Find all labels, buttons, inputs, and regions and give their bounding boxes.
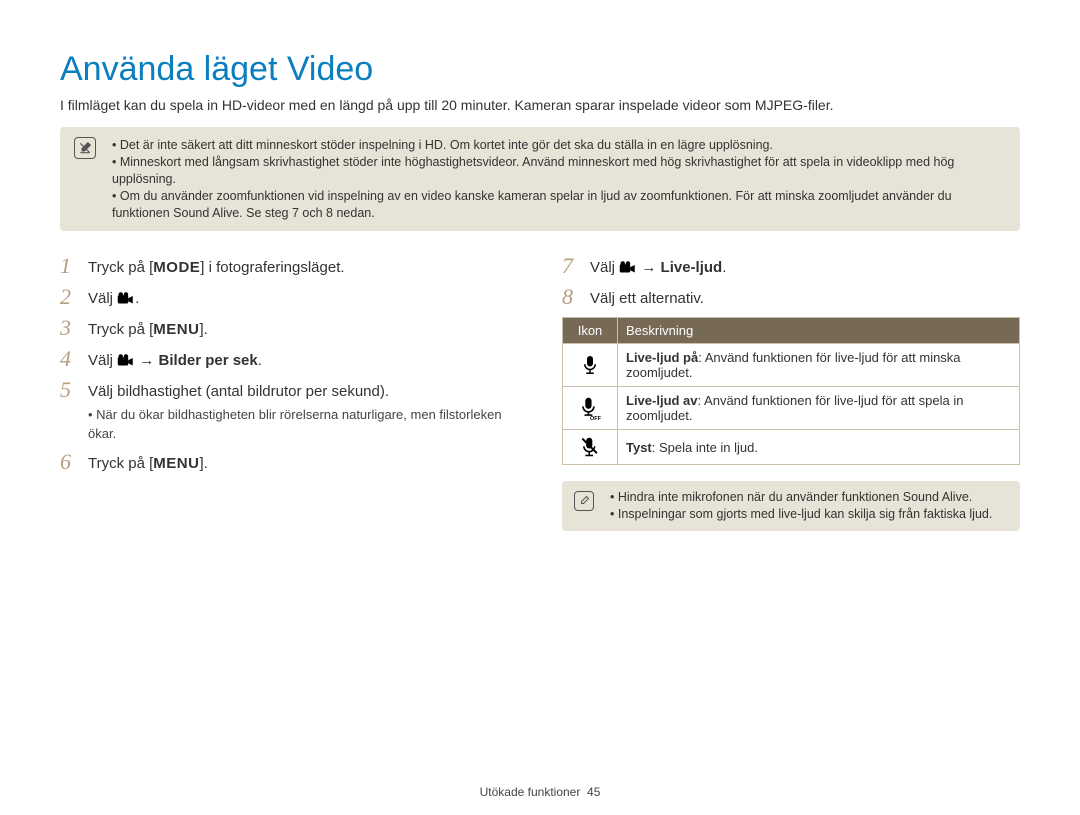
steps-left-column: 1Tryck på [MODE] i fotograferingsläget.2… [60, 255, 518, 531]
page-title: Använda läget Video [60, 50, 1020, 89]
step-3: 3Tryck på [MENU]. [60, 317, 518, 340]
mute-icon-cell [563, 430, 618, 465]
table-desc-cell: Live-ljud på: Använd funktionen för live… [618, 344, 1020, 387]
step-body: Välj bildhastighet (antal bildrutor per … [88, 379, 518, 442]
step-2: 2Välj . [60, 286, 518, 309]
step-7: 7Välj → Live-ljud. [562, 255, 1020, 278]
step-body: Tryck på [MODE] i fotograferingsläget. [88, 255, 345, 278]
step-number: 2 [60, 286, 88, 308]
intro-text: I filmläget kan du spela in HD-videor me… [60, 97, 1020, 113]
svg-text:OFF: OFF [590, 416, 601, 421]
table-row: Tyst: Spela inte in ljud. [563, 430, 1020, 465]
mode-key: MODE [153, 257, 200, 278]
mute-icon [580, 436, 600, 458]
step-body: Tryck på [MENU]. [88, 317, 208, 340]
step-body: Tryck på [MENU]. [88, 451, 208, 474]
step-number: 5 [60, 379, 88, 401]
step-4: 4Välj → Bilder per sek. [60, 348, 518, 371]
note-icon [74, 137, 96, 159]
note-icon [574, 491, 594, 511]
step-6: 6Tryck på [MENU]. [60, 451, 518, 474]
step-body: Välj → Live-ljud. [590, 255, 726, 278]
step-body: Välj → Bilder per sek. [88, 348, 262, 371]
camcorder-icon [619, 261, 637, 275]
note-item: Om du använder zoomfunktionen vid inspel… [112, 188, 1006, 222]
step-1: 1Tryck på [MODE] i fotograferingsläget. [60, 255, 518, 278]
mic-off-icon-cell: OFF [563, 387, 618, 430]
steps-right-column: 7Välj → Live-ljud.8Välj ett alternativ. … [562, 255, 1020, 531]
camcorder-icon [117, 354, 135, 368]
step-body: Välj ett alternativ. [590, 286, 704, 309]
step-number: 4 [60, 348, 88, 370]
note-item: Hindra inte mikrofonen när du använder f… [610, 489, 1008, 506]
options-table: Ikon Beskrivning Live-ljud på: Använd fu… [562, 317, 1020, 465]
note-box-top: Det är inte säkert att ditt minneskort s… [60, 127, 1020, 231]
step-5: 5Välj bildhastighet (antal bildrutor per… [60, 379, 518, 442]
page-footer: Utökade funktioner 45 [0, 785, 1080, 799]
mic-on-icon [581, 354, 599, 376]
table-row: OFF Live-ljud av: Använd funktionen för l… [563, 387, 1020, 430]
step-number: 8 [562, 286, 590, 308]
table-header-icon: Ikon [563, 318, 618, 344]
footer-page-number: 45 [587, 785, 600, 799]
note-item: Det är inte säkert att ditt minneskort s… [112, 137, 1006, 154]
mic-on-icon-cell [563, 344, 618, 387]
menu-key: MENU [153, 453, 199, 474]
note-item: Inspelningar som gjorts med live-ljud ka… [610, 506, 1008, 523]
mic-off-icon: OFF [579, 395, 601, 421]
step-bold-label: Bilder per sek [159, 352, 258, 369]
table-row: Live-ljud på: Använd funktionen för live… [563, 344, 1020, 387]
note-box-bottom: Hindra inte mikrofonen när du använder f… [562, 481, 1020, 531]
step-number: 6 [60, 451, 88, 473]
step-number: 1 [60, 255, 88, 277]
camcorder-icon [117, 292, 135, 306]
table-desc-cell: Tyst: Spela inte in ljud. [618, 430, 1020, 465]
footer-section: Utökade funktioner [480, 785, 581, 799]
step-8: 8Välj ett alternativ. [562, 286, 1020, 309]
step-bold-label: Live-ljud [661, 259, 723, 276]
table-header-desc: Beskrivning [618, 318, 1020, 344]
step-sub: När du ökar bildhastigheten blir rörelse… [88, 406, 518, 442]
note-item: Minneskort med långsam skrivhastighet st… [112, 154, 1006, 188]
table-desc-cell: Live-ljud av: Använd funktionen för live… [618, 387, 1020, 430]
step-body: Välj . [88, 286, 139, 309]
menu-key: MENU [153, 319, 199, 340]
step-number: 3 [60, 317, 88, 339]
step-number: 7 [562, 255, 590, 277]
